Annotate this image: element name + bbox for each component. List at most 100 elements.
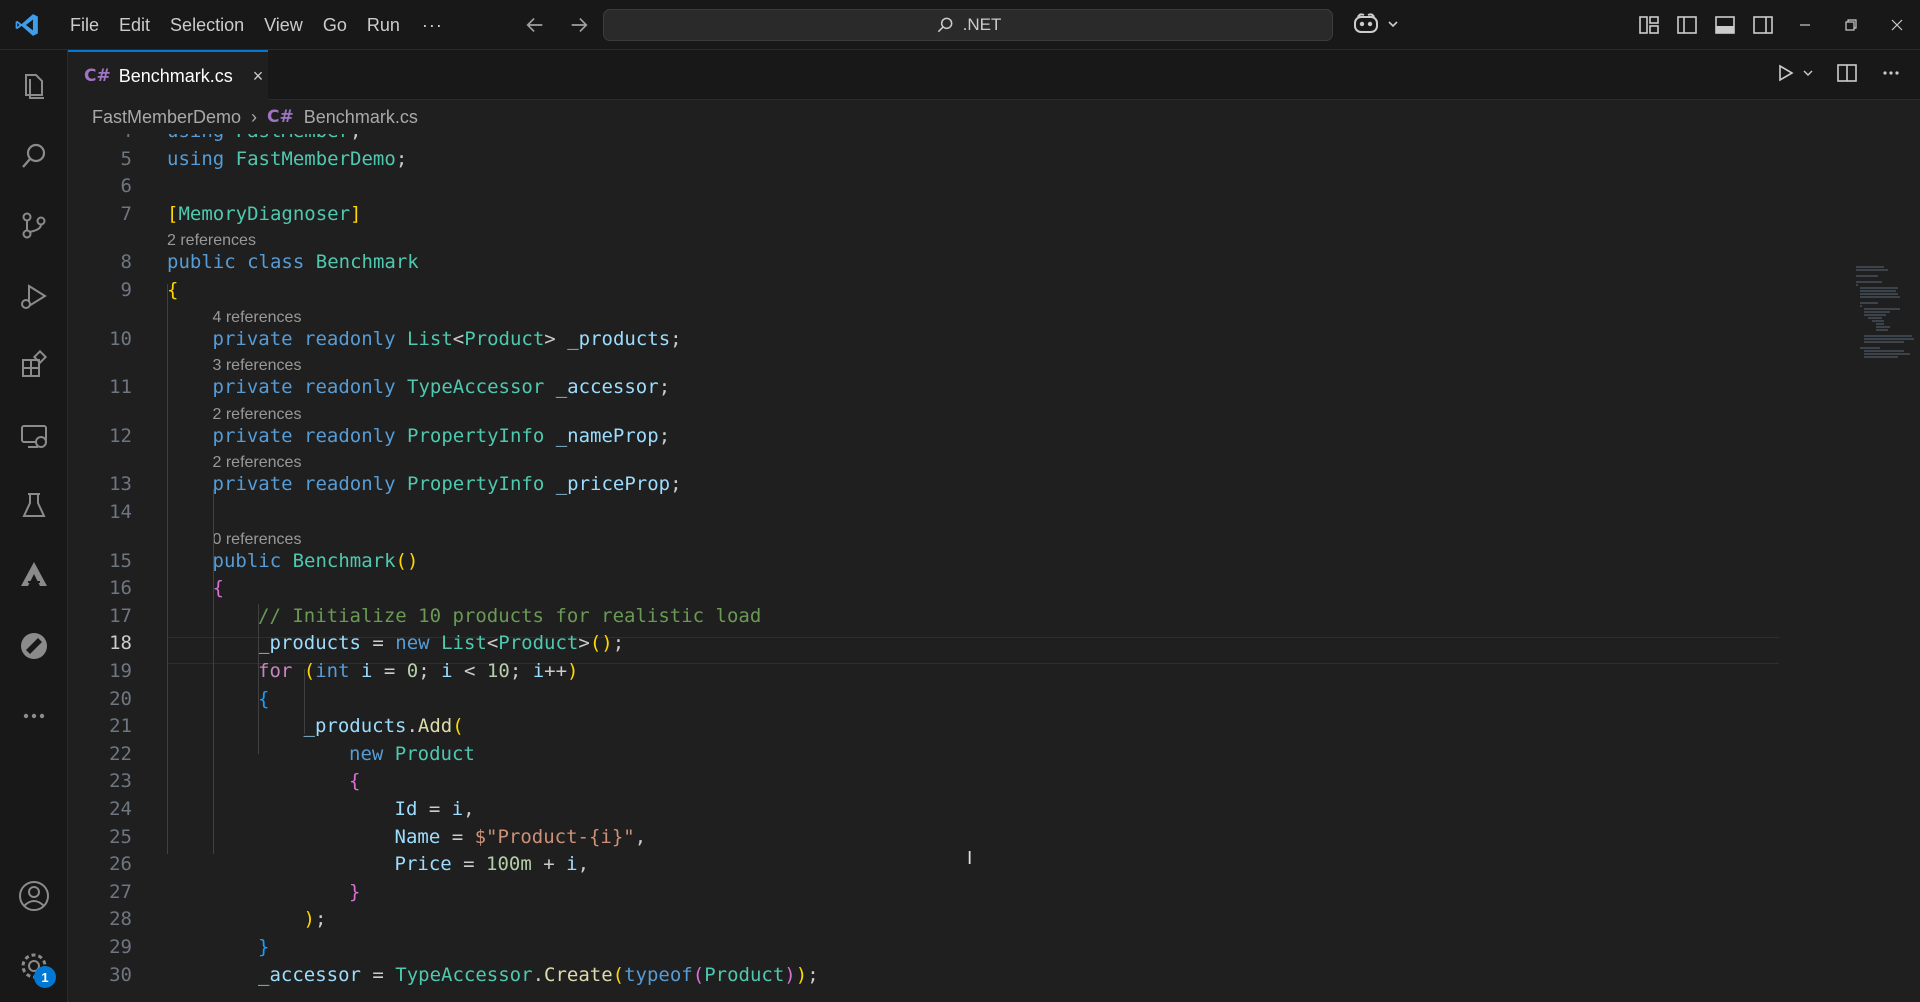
- code-text: using FastMember;: [167, 134, 362, 145]
- line-number: 22: [109, 742, 132, 765]
- navigation-arrows: [520, 10, 594, 40]
- testing-icon[interactable]: [0, 476, 68, 536]
- code-text: [MemoryDiagnoser]: [167, 202, 362, 225]
- tab-benchmark-cs[interactable]: C# Benchmark.cs ×: [68, 50, 268, 100]
- account-icon[interactable]: [0, 866, 68, 926]
- code-text: {: [258, 687, 270, 710]
- toggle-panel-icon[interactable]: [1712, 12, 1738, 38]
- command-center-search[interactable]: .NET: [603, 9, 1333, 41]
- code-line: 18 _products = new List<Product>();: [68, 630, 1780, 657]
- settings-icon[interactable]: 1: [0, 936, 68, 996]
- code-line: 19 for (int i = 0; i < 10; i++): [68, 658, 1780, 685]
- more-icon[interactable]: [0, 686, 68, 746]
- code-line: 29}: [68, 934, 1780, 961]
- minimize-icon[interactable]: [1782, 0, 1828, 50]
- codelens-references[interactable]: 3 references: [213, 356, 302, 376]
- menu-edit[interactable]: Edit: [109, 0, 160, 50]
- code-text: private readonly List<Product> _products…: [212, 327, 682, 350]
- menu-selection[interactable]: Selection: [160, 0, 254, 50]
- codelens-references[interactable]: 2 references: [213, 405, 302, 425]
- codelens-references[interactable]: 2 references: [167, 231, 256, 251]
- restore-icon[interactable]: [1828, 0, 1874, 50]
- remote-explorer-icon[interactable]: [0, 406, 68, 466]
- azure-icon[interactable]: [0, 546, 68, 606]
- search-view-icon[interactable]: [0, 126, 68, 186]
- breadcrumb-file[interactable]: Benchmark.cs: [304, 107, 418, 128]
- line-number: 26: [109, 853, 132, 876]
- code-line: 28);: [68, 906, 1780, 933]
- code-editor[interactable]: I 4using FastMember;5using FastMemberDem…: [68, 134, 1920, 1002]
- line-number: 7: [120, 202, 132, 225]
- codelens-references[interactable]: 0 references: [213, 530, 302, 550]
- line-number: 10: [109, 327, 132, 350]
- code-line: 17 // Initialize 10 products for realisti…: [68, 603, 1780, 630]
- menu-file[interactable]: File: [60, 0, 109, 50]
- menu-view[interactable]: View: [254, 0, 313, 50]
- csharp-file-icon: C#: [267, 107, 294, 127]
- code-text: new Product: [349, 742, 475, 765]
- close-tab-icon[interactable]: ×: [253, 66, 264, 87]
- code-text: }: [349, 880, 361, 903]
- editor-actions: [1774, 62, 1902, 84]
- code-text: private readonly PropertyInfo _nameProp;: [212, 424, 671, 447]
- more-actions-icon[interactable]: [1880, 62, 1902, 84]
- line-number: 18: [109, 632, 132, 655]
- chevron-down-icon: [1388, 21, 1398, 28]
- code-line: 23 {: [68, 768, 1780, 795]
- code-line: 30 _accessor = TypeAccessor.Create(typeof…: [68, 962, 1780, 989]
- code-line: 6: [68, 173, 1780, 200]
- menu-more-button[interactable]: ···: [410, 15, 455, 36]
- code-line: 27}: [68, 879, 1780, 906]
- line-number: 16: [109, 577, 132, 600]
- code-text: for (int i = 0; i < 10; i++): [258, 660, 579, 682]
- codelens-references[interactable]: 2 references: [213, 453, 302, 473]
- explorer-icon[interactable]: [0, 56, 68, 116]
- run-debug-icon[interactable]: [0, 266, 68, 326]
- split-editor-icon[interactable]: [1836, 62, 1858, 84]
- copilot-icon: [1354, 13, 1378, 33]
- code-text: );: [303, 908, 327, 931]
- line-number: 21: [109, 715, 132, 738]
- extensions-icon[interactable]: [0, 336, 68, 396]
- line-number: 27: [109, 880, 132, 903]
- code-line: 20 {: [68, 686, 1780, 713]
- tab-label: Benchmark.cs: [118, 65, 233, 86]
- code-line: 7 [MemoryDiagnoser]: [68, 201, 1780, 228]
- toggle-secondary-sidebar-icon[interactable]: [1750, 12, 1776, 38]
- window-controls: [1782, 0, 1920, 50]
- code-line: 12 private readonly PropertyInfo _namePro…: [68, 423, 1780, 450]
- source-control-icon[interactable]: [0, 196, 68, 256]
- minimap[interactable]: [1854, 264, 1920, 384]
- menu-run[interactable]: Run: [357, 0, 410, 50]
- run-icon[interactable]: [1774, 62, 1796, 84]
- code-text: _products = new List<Product>();: [258, 632, 625, 655]
- breadcrumb-folder[interactable]: FastMemberDemo: [92, 107, 241, 128]
- copilot-button[interactable]: [1352, 11, 1400, 37]
- menu-go[interactable]: Go: [313, 0, 357, 50]
- line-number: 23: [109, 770, 132, 793]
- search-icon: [937, 17, 953, 33]
- close-window-icon[interactable]: [1874, 0, 1920, 50]
- line-number: 4: [68, 134, 132, 145]
- activity-bar: 1: [0, 50, 68, 1002]
- code-line: 8 public class Benchmark: [68, 249, 1780, 276]
- back-arrow-icon[interactable]: [520, 10, 550, 40]
- code-line: 9{: [68, 277, 1780, 304]
- customize-layout-icon[interactable]: [1636, 12, 1662, 38]
- line-number: 19: [109, 660, 132, 682]
- line-number: 13: [109, 473, 132, 496]
- line-number: 15: [109, 549, 132, 572]
- docker-icon[interactable]: [0, 616, 68, 676]
- code-line: 13 private readonly PropertyInfo _pricePr…: [68, 471, 1780, 498]
- codelens-references[interactable]: 4 references: [213, 308, 302, 328]
- code-text: public class Benchmark: [167, 251, 419, 274]
- code-line: 24 Id = i,: [68, 796, 1780, 823]
- code-text: _products.Add(: [303, 715, 464, 738]
- chevron-down-icon[interactable]: [1802, 67, 1814, 79]
- code-text: Price = 100m + i,: [394, 853, 590, 876]
- forward-arrow-icon[interactable]: [564, 10, 594, 40]
- line-number: 29: [109, 936, 132, 958]
- vscode-logo-icon: [15, 14, 38, 36]
- line-number: 30: [109, 963, 132, 986]
- toggle-primary-sidebar-icon[interactable]: [1674, 12, 1700, 38]
